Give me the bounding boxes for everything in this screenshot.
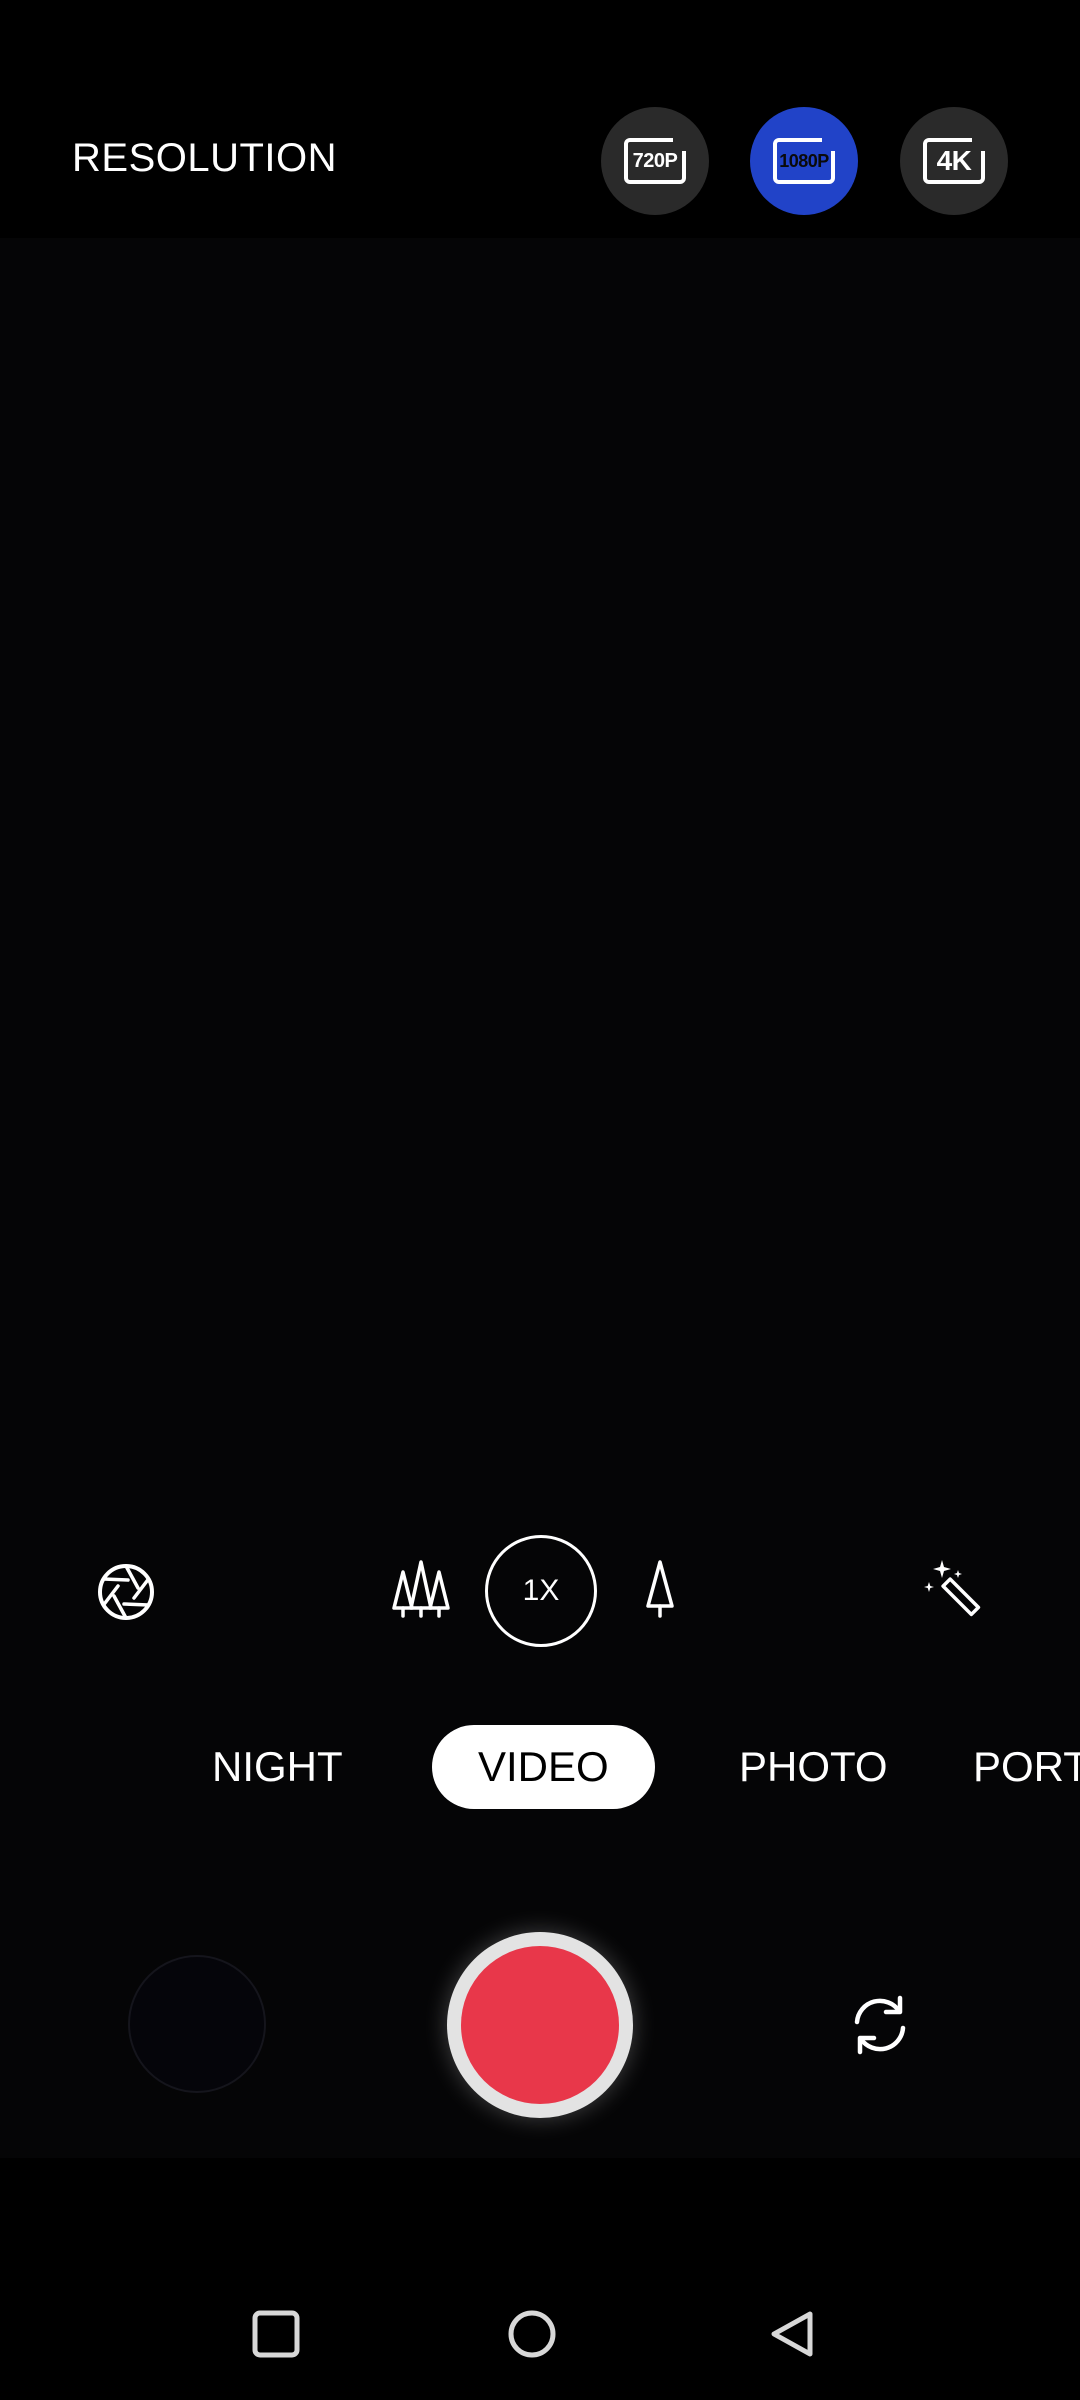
resolution-4k-icon: 4K bbox=[923, 137, 986, 184]
mode-portrait[interactable]: PORT bbox=[973, 1725, 1080, 1809]
mode-night[interactable]: NIGHT bbox=[212, 1725, 343, 1809]
camera-viewfinder[interactable] bbox=[0, 238, 1080, 2158]
resolution-720p-button[interactable]: 720P bbox=[601, 107, 709, 215]
circle-icon bbox=[508, 2310, 556, 2358]
mode-video[interactable]: VIDEO bbox=[432, 1725, 655, 1809]
trees-icon bbox=[392, 1560, 450, 1618]
gallery-thumbnail[interactable] bbox=[128, 1955, 266, 2093]
square-icon bbox=[252, 2310, 300, 2358]
resolution-720p-label: 720P bbox=[632, 149, 678, 172]
aperture-button[interactable] bbox=[94, 1560, 158, 1624]
wide-lens-button[interactable] bbox=[388, 1556, 454, 1622]
record-indicator bbox=[461, 1946, 619, 2104]
resolution-4k-button[interactable]: 4K bbox=[900, 107, 1008, 215]
resolution-title: RESOLUTION bbox=[72, 136, 338, 180]
triangle-back-icon bbox=[771, 2311, 813, 2357]
resolution-1080p-button[interactable]: 1080P bbox=[750, 107, 858, 215]
resolution-1080p-icon: 1080P bbox=[773, 137, 836, 184]
magic-wand-icon bbox=[924, 1560, 981, 1617]
mode-selector: NIGHT VIDEO PHOTO PORT bbox=[0, 1725, 1080, 1815]
switch-camera-button[interactable] bbox=[840, 1985, 920, 2065]
resolution-1080p-label: 1080P bbox=[779, 150, 829, 171]
tree-icon bbox=[646, 1560, 674, 1618]
zoom-1x-button[interactable]: 1X bbox=[485, 1535, 597, 1647]
back-button[interactable] bbox=[760, 2302, 824, 2366]
aperture-icon bbox=[98, 1564, 154, 1620]
home-button[interactable] bbox=[500, 2302, 564, 2366]
camera-switch-icon bbox=[854, 1995, 906, 2055]
recents-button[interactable] bbox=[244, 2302, 308, 2366]
beauty-effects-button[interactable] bbox=[920, 1556, 986, 1622]
resolution-bar: RESOLUTION 720P 1080P 4K bbox=[0, 0, 1080, 238]
mode-photo[interactable]: PHOTO bbox=[739, 1725, 888, 1809]
resolution-720p-icon: 720P bbox=[624, 137, 687, 184]
system-nav-bar bbox=[0, 2158, 1080, 2400]
tele-lens-button[interactable] bbox=[642, 1556, 678, 1622]
resolution-4k-label: 4K bbox=[936, 145, 972, 176]
record-button[interactable] bbox=[447, 1932, 633, 2118]
